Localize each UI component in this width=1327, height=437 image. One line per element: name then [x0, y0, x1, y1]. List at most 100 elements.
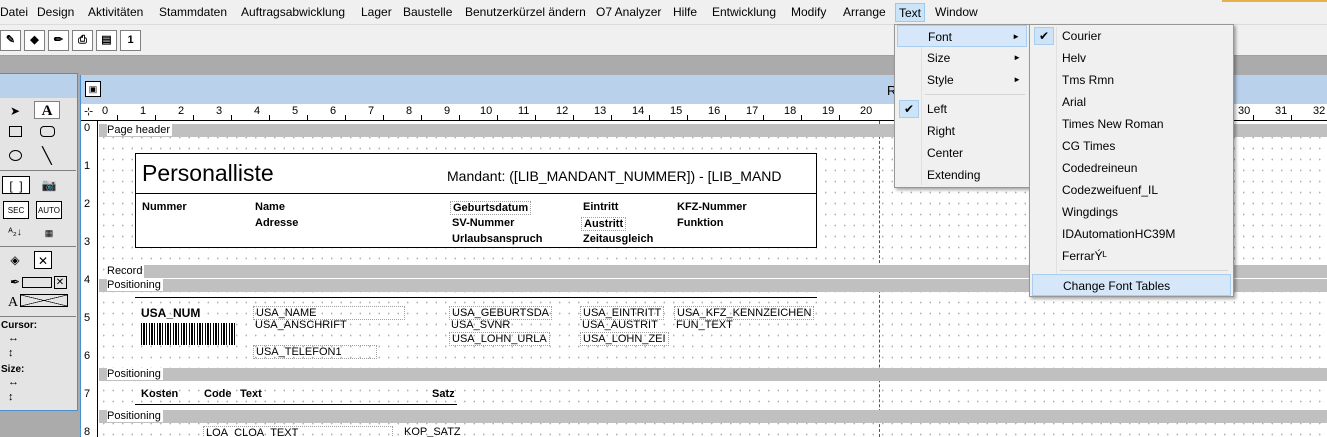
ruler-corner-icon: ⊹	[84, 106, 94, 118]
ruler-number: 16	[708, 105, 721, 117]
field-usa-geburtsda[interactable]: USA_GEBURTSDA	[449, 306, 552, 320]
font-arial[interactable]: Arial	[1032, 91, 1231, 113]
field-usa-svnr[interactable]: USA_SVNR	[451, 319, 510, 331]
menu-item-label: FerrarÝᴸ	[1062, 249, 1107, 263]
field-usa-austrit[interactable]: USA_AUSTRIT	[582, 319, 658, 331]
font-courier[interactable]: ✔ Courier	[1032, 25, 1231, 47]
label-urlaubsanspruch[interactable]: Urlaubsanspruch	[452, 233, 542, 245]
header-frame[interactable]: Personalliste Mandant: ([LIB_MANDANT_NUM…	[135, 153, 817, 248]
change-font-tables[interactable]: Change Font Tables	[1032, 274, 1231, 296]
field-usa-name[interactable]: USA_NAME	[253, 306, 405, 320]
menu-stammdaten[interactable]: Stammdaten	[159, 5, 227, 19]
field-usa-anschrift[interactable]: USA_ANSCHRIFT	[255, 319, 347, 331]
label-funktion[interactable]: Funktion	[677, 217, 723, 229]
label-zeitausgleich[interactable]: Zeitausgleich	[583, 233, 653, 245]
arrow-tool-icon[interactable]: ➤	[2, 102, 28, 120]
pencil-icon[interactable]: ✏	[48, 30, 69, 51]
field-usa-telefon[interactable]: USA_TELEFON1	[253, 345, 377, 359]
text-menu-right[interactable]: Right	[897, 120, 1027, 142]
label-eintritt[interactable]: Eintritt	[583, 201, 618, 213]
line-tool-icon[interactable]: ╲	[34, 148, 60, 166]
field-line-tool-icon[interactable]: ✕	[18, 273, 70, 291]
font-tms-rmn[interactable]: Tms Rmn	[1032, 69, 1231, 91]
menu-o7-analyzer[interactable]: O7 Analyzer	[596, 5, 661, 19]
section-positioning[interactable]: Positioning	[99, 410, 1327, 423]
mandant-field[interactable]: Mandant: ([LIB_MANDANT_NUMMER]) - [LIB_M…	[447, 168, 782, 184]
print-icon[interactable]: ⎙	[72, 30, 93, 51]
menu-window[interactable]: Window	[935, 5, 978, 19]
label-nummer[interactable]: Nummer	[142, 201, 187, 213]
shapes-icon[interactable]: ◆	[24, 30, 45, 51]
label-austritt[interactable]: Austritt	[581, 217, 627, 231]
layout-icon[interactable]: ▤	[96, 30, 117, 51]
menu-hilfe[interactable]: Hilfe	[673, 5, 697, 19]
sec-tool-icon[interactable]: SEC	[3, 201, 29, 219]
font-helv[interactable]: Helv	[1032, 47, 1231, 69]
font-codezweifuenf-il[interactable]: Codezweifuenf_IL	[1032, 179, 1231, 201]
field-usa-eintritt[interactable]: USA_EINTRITT	[580, 306, 665, 320]
rectangle-tool-icon[interactable]	[2, 124, 28, 142]
menu-item-label: Style	[927, 73, 954, 87]
menu-lager[interactable]: Lager	[361, 5, 392, 19]
cross-box-tool-icon[interactable]: ✕	[34, 251, 52, 269]
menu-modify[interactable]: Modify	[791, 5, 826, 19]
camera-tool-icon[interactable]: 📷	[36, 176, 62, 194]
font-cg-times[interactable]: CG Times	[1032, 135, 1231, 157]
menu-entwicklung[interactable]: Entwicklung	[712, 5, 776, 19]
menu-item-label: Change Font Tables	[1063, 279, 1171, 293]
report-window-icon[interactable]: ▣	[85, 81, 101, 97]
menu-text[interactable]: Text	[895, 3, 926, 22]
field-kop-satz[interactable]: KOP_SATZ	[404, 426, 461, 437]
list-tool-icon[interactable]: ▦	[36, 224, 62, 242]
ellipse-tool-icon[interactable]	[2, 148, 28, 166]
barcode-image[interactable]	[141, 323, 235, 345]
font-ferrar[interactable]: FerrarÝᴸ	[1032, 245, 1231, 267]
section-positioning[interactable]: Positioning	[99, 368, 1327, 381]
text-menu-center[interactable]: Center	[897, 142, 1027, 164]
auto-tool-icon[interactable]: AUTO	[36, 201, 62, 219]
field-usa-kfz[interactable]: USA_KFZ_KENNZEICHEN	[674, 306, 815, 320]
font-codedreineun[interactable]: Codedreineun	[1032, 157, 1231, 179]
font-times-new-roman[interactable]: Times New Roman	[1032, 113, 1231, 135]
label-kosten[interactable]: Kosten	[141, 388, 178, 400]
report-title[interactable]: Personalliste	[142, 160, 274, 187]
menu-design[interactable]: Design	[37, 5, 74, 19]
field-loa-cloa-text[interactable]: LOA_CLOA_TEXT	[203, 426, 393, 437]
menu-item-label: Extending	[927, 168, 981, 182]
label-text[interactable]: Text	[240, 388, 262, 400]
palette-separator	[0, 246, 76, 247]
text-menu-style[interactable]: Style ►	[897, 69, 1027, 91]
rounded-rect-tool-icon[interactable]	[34, 124, 60, 142]
menu-baustelle[interactable]: Baustelle	[403, 5, 452, 19]
label-code[interactable]: Code	[204, 388, 232, 400]
field-usa-lohn-urla[interactable]: USA_LOHN_URLA	[449, 332, 550, 346]
label-adresse[interactable]: Adresse	[255, 217, 298, 229]
font-wingdings[interactable]: Wingdings	[1032, 201, 1231, 223]
font-idautomationhc39m[interactable]: IDAutomationHC39M	[1032, 223, 1231, 245]
menu-aktivitaeten[interactable]: Aktivitäten	[88, 5, 143, 19]
menu-benutzerkuerzel[interactable]: Benutzerkürzel ändern	[465, 5, 586, 19]
text-menu-left[interactable]: ✔ Left	[897, 98, 1027, 120]
field-usa-lohn-zei[interactable]: USA_LOHN_ZEI	[580, 332, 669, 346]
label-sv-nummer[interactable]: SV-Nummer	[452, 217, 514, 229]
label-kfz-nummer[interactable]: KFZ-Nummer	[677, 201, 747, 213]
fill-tool-icon[interactable]: ◈	[2, 251, 28, 269]
text-menu-font[interactable]: Font ►	[897, 25, 1027, 47]
text-menu-size[interactable]: Size ►	[897, 47, 1027, 69]
frame-tool-icon[interactable]: [ ]	[2, 176, 30, 194]
vruler-number: 3	[84, 236, 91, 248]
image-tool-icon[interactable]	[18, 294, 70, 312]
menu-arrange[interactable]: Arrange	[843, 5, 886, 19]
menu-datei[interactable]: Datei	[0, 5, 28, 19]
label-geburtsdatum[interactable]: Geburtsdatum	[450, 201, 532, 215]
field-fun-text[interactable]: FUN_TEXT	[676, 319, 733, 331]
label-name[interactable]: Name	[255, 201, 285, 213]
menu-auftragsabwicklung[interactable]: Auftragsabwicklung	[241, 5, 345, 19]
text-menu-extending[interactable]: Extending	[897, 164, 1027, 186]
label-satz[interactable]: Satz	[432, 388, 455, 400]
text-tool-icon[interactable]: A	[34, 101, 60, 119]
sort-tool-icon[interactable]: ᴬ₂↓	[2, 224, 28, 242]
one-icon[interactable]: 1	[120, 30, 141, 51]
field-usa-num[interactable]: USA_NUM	[141, 306, 200, 320]
edit-icon[interactable]: ✎	[0, 30, 21, 51]
